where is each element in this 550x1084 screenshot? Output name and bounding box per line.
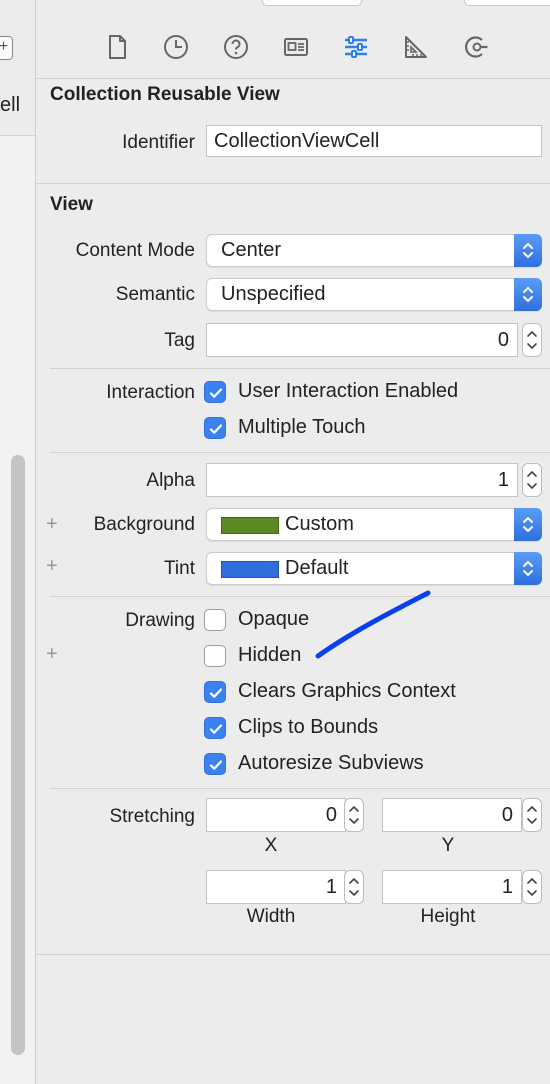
toolbar-button-stub[interactable] [464,0,550,6]
file-icon[interactable] [103,33,131,61]
background-color-swatch [221,517,279,534]
add-button[interactable]: + [0,36,13,60]
stretching-x-stepper[interactable] [344,798,364,832]
section-divider [50,596,550,597]
section-divider [50,368,550,369]
multiple-touch-label: Multiple Touch [238,416,366,438]
stretching-width-stepper[interactable] [344,870,364,904]
background-popup[interactable]: Custom [206,508,542,541]
attributes-inspector: Collection Reusable View Identifier Coll… [36,78,550,1084]
stretching-height-caption: Height [420,906,476,927]
plus-icon[interactable]: + [46,514,58,534]
chevron-updown-icon [514,234,542,267]
opaque-label: Opaque [238,608,310,630]
inspector-toolbar [36,0,550,78]
semantic-value: Unspecified [221,283,326,305]
tint-value: Default [285,557,349,579]
content-mode-value: Center [221,239,282,261]
background-label: Background [93,514,195,535]
semantic-label: Semantic [115,284,195,305]
section-divider [50,788,550,789]
semantic-popup[interactable]: Unspecified [206,278,542,311]
chevron-updown-icon [514,552,542,585]
chevron-updown-icon [514,278,542,311]
alpha-stepper[interactable] [522,463,542,497]
hidden-label: Hidden [238,644,302,666]
stretching-width-field[interactable]: 1 [206,870,346,904]
history-icon[interactable] [162,33,190,61]
size-ruler-icon[interactable] [402,33,430,61]
stretching-y-caption: Y [441,835,455,856]
section-divider [50,452,550,453]
tint-popup[interactable]: Default [206,552,542,585]
identity-icon[interactable] [282,33,310,61]
stretching-y-field[interactable]: 0 [382,798,522,832]
checkbox-unchecked[interactable] [204,609,226,631]
tag-label: Tag [164,330,195,351]
plus-icon[interactable]: + [46,644,58,664]
section-divider [36,183,550,184]
identifier-label: Identifier [122,132,195,153]
identifier-field[interactable]: CollectionViewCell [206,125,542,157]
toolbar-button-stub[interactable] [262,0,362,6]
tag-field[interactable]: 0 [206,323,518,357]
alpha-label: Alpha [146,470,195,491]
plus-icon[interactable]: + [46,556,58,576]
user-interaction-label: User Interaction Enabled [238,380,459,402]
tag-stepper[interactable] [522,323,542,357]
background-value: Custom [285,513,354,535]
tint-label: Tint [164,558,195,579]
help-icon[interactable] [222,33,250,61]
alpha-field[interactable]: 1 [206,463,518,497]
checkbox-checked[interactable] [204,717,226,739]
content-mode-popup[interactable]: Center [206,234,542,267]
tint-color-swatch [221,561,279,578]
clears-graphics-label: Clears Graphics Context [238,680,456,702]
section-divider [36,954,550,955]
autoresize-label: Autoresize Subviews [238,752,424,774]
view-section-title: View [50,194,93,215]
stretching-height-stepper[interactable] [522,870,542,904]
checkbox-unchecked[interactable] [204,645,226,667]
stretching-label: Stretching [109,806,195,827]
drawing-label: Drawing [125,610,195,631]
navigator-partial-label[interactable]: ell [0,94,20,117]
connections-icon[interactable] [462,33,490,61]
navigator-strip: + ell [0,0,36,1084]
content-mode-label: Content Mode [75,240,195,261]
navigator-scrollbar[interactable] [11,455,25,1055]
chevron-updown-icon [514,508,542,541]
stretching-width-caption: Width [246,906,296,927]
clips-to-bounds-label: Clips to Bounds [238,716,379,738]
stretching-height-field[interactable]: 1 [382,870,522,904]
checkbox-checked[interactable] [204,681,226,703]
reusable-view-section-title: Collection Reusable View [50,84,280,105]
stretching-y-stepper[interactable] [522,798,542,832]
stretching-x-caption: X [264,835,278,856]
interaction-label: Interaction [106,382,195,403]
checkbox-checked[interactable] [204,753,226,775]
checkbox-checked[interactable] [204,381,226,403]
checkbox-checked[interactable] [204,417,226,439]
attributes-icon[interactable] [342,33,370,61]
stretching-x-field[interactable]: 0 [206,798,346,832]
